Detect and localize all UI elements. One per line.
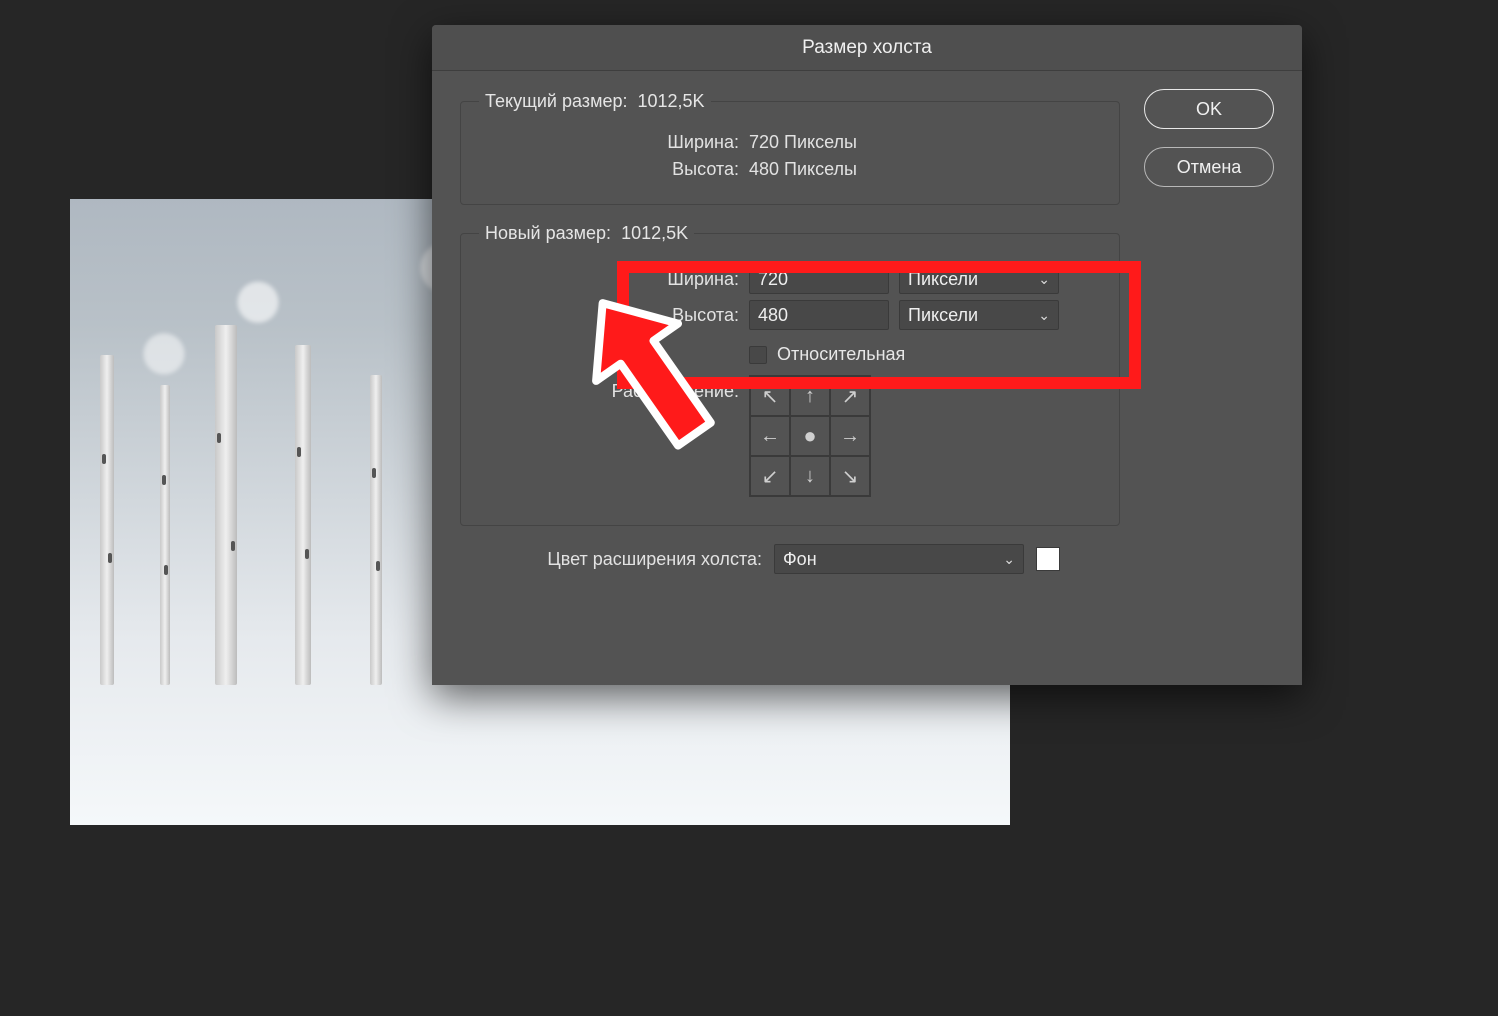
cancel-button[interactable]: Отмена — [1144, 147, 1274, 187]
chevron-down-icon: ⌄ — [1038, 271, 1050, 288]
new-width-input[interactable] — [749, 264, 889, 294]
dialog-title: Размер холста — [432, 25, 1302, 71]
anchor-nw[interactable]: ↖ — [750, 376, 790, 416]
ok-button[interactable]: OK — [1144, 89, 1274, 129]
anchor-sw[interactable]: ↙ — [750, 456, 790, 496]
chevron-down-icon: ⌄ — [1038, 307, 1050, 324]
new-width-label: Ширина: — [479, 269, 739, 290]
current-width-value: 720 Пикселы — [749, 132, 857, 153]
anchor-label: Расположение: — [479, 375, 739, 402]
anchor-se[interactable]: ↘ — [830, 456, 870, 496]
anchor-ne[interactable]: ↗ — [830, 376, 870, 416]
extension-color-label: Цвет расширения холста: — [460, 549, 762, 570]
relative-label: Относительная — [777, 344, 905, 365]
anchor-center[interactable]: ● — [790, 416, 830, 456]
new-size-group: Новый размер: 1012,5K Ширина: Пиксели ⌄ … — [460, 223, 1120, 526]
new-width-unit-select[interactable]: Пиксели ⌄ — [899, 264, 1059, 294]
current-width-label: Ширина: — [479, 132, 739, 153]
current-height-label: Высота: — [479, 159, 739, 180]
extension-color-swatch[interactable] — [1036, 547, 1060, 571]
anchor-n[interactable]: ↑ — [790, 376, 830, 416]
current-size-legend: Текущий размер: 1012,5K — [479, 91, 711, 112]
current-height-value: 480 Пикселы — [749, 159, 857, 180]
new-height-input[interactable] — [749, 300, 889, 330]
anchor-e[interactable]: → — [830, 416, 870, 456]
new-height-unit-select[interactable]: Пиксели ⌄ — [899, 300, 1059, 330]
anchor-w[interactable]: ← — [750, 416, 790, 456]
canvas-size-dialog: Размер холста Текущий размер: 1012,5K Ши… — [432, 25, 1302, 685]
new-height-label: Высота: — [479, 305, 739, 326]
current-size-group: Текущий размер: 1012,5K Ширина: 720 Пикс… — [460, 91, 1120, 205]
new-size-legend: Новый размер: 1012,5K — [479, 223, 694, 244]
anchor-grid: ↖ ↑ ↗ ← ● → ↙ ↓ ↘ — [749, 375, 871, 497]
extension-color-select[interactable]: Фон ⌄ — [774, 544, 1024, 574]
chevron-down-icon: ⌄ — [1003, 551, 1015, 568]
relative-checkbox[interactable] — [749, 346, 767, 364]
anchor-s[interactable]: ↓ — [790, 456, 830, 496]
